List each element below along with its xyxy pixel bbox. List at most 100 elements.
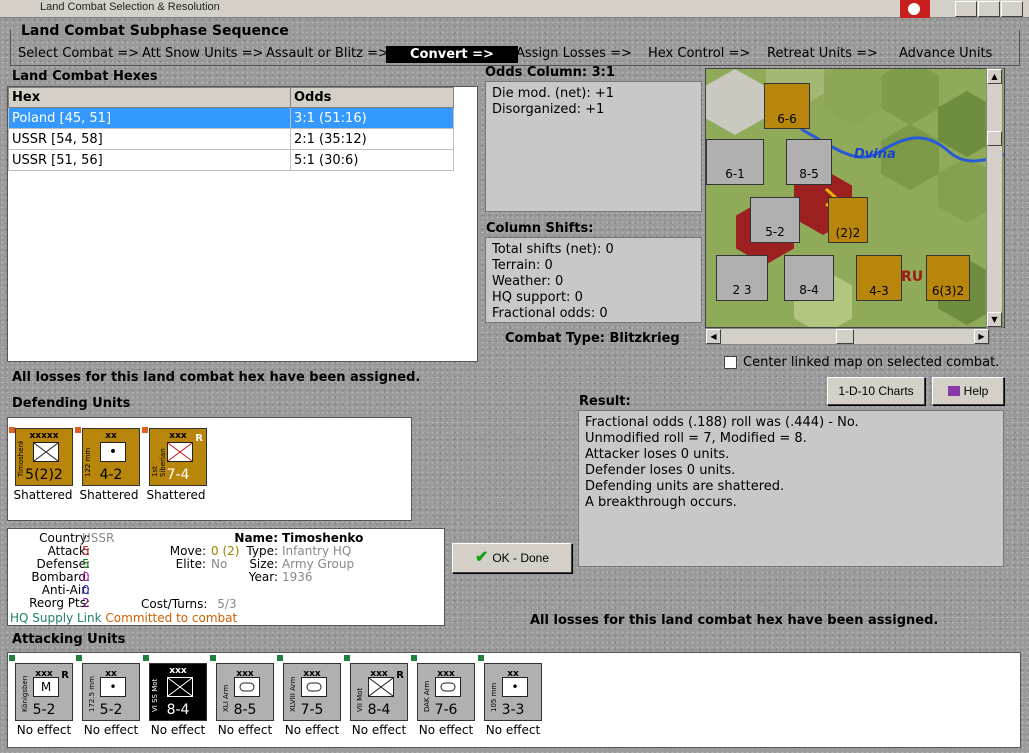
defending-unit[interactable]: xxx R 1st Siberian 7-4 xyxy=(149,428,207,486)
maximize-button[interactable] xyxy=(978,1,1000,17)
info-label: Elite: xyxy=(175,557,206,571)
cell-hex: USSR [54, 58] xyxy=(8,128,291,150)
unit-strength: 5(2)2 xyxy=(25,467,63,483)
result-label: Result: xyxy=(579,394,631,409)
infantry-symbol-icon xyxy=(167,442,193,462)
unit-symbol-icon xyxy=(368,677,394,697)
attacking-unit[interactable]: xxx R VII Mot 8-4 xyxy=(350,663,408,721)
unit-marker xyxy=(411,655,417,661)
map-counter[interactable]: 6-6 xyxy=(764,83,810,129)
unit-reserve-flag: R xyxy=(61,670,69,681)
attacking-unit[interactable]: xxx XLI Arm 8-5 xyxy=(216,663,274,721)
scroll-thumb[interactable] xyxy=(836,329,854,344)
odds-label: Odds Column: 3:1 xyxy=(485,65,615,80)
title-bar: Land Combat Selection & Resolution xyxy=(0,0,1029,18)
scroll-thumb[interactable] xyxy=(987,131,1002,146)
attacking-unit[interactable]: xxx DAK Arm 7-6 xyxy=(417,663,475,721)
scroll-right-icon[interactable]: ▶ xyxy=(974,329,989,344)
step-att-snow: Att Snow Units => xyxy=(142,46,264,61)
table-row[interactable]: USSR [51, 56] 5:1 (30:6) xyxy=(8,149,454,171)
hexes-list[interactable]: Hex Odds Poland [45, 51] 3:1 (51:16) USS… xyxy=(7,86,478,362)
table-row[interactable]: Poland [45, 51] 3:1 (51:16) xyxy=(8,107,454,129)
unit-marker xyxy=(478,655,484,661)
ok-done-button[interactable]: ✔ OK - Done xyxy=(452,543,572,573)
unit-strength: 7-5 xyxy=(300,702,324,718)
unit-info-values-right: Timoshenko Infantry HQ Army Group 1936 xyxy=(282,532,363,584)
attacking-units-panel: xxx R Königsberg M 5-2 No effect xx 172.5 mm • 5-… xyxy=(7,652,1021,748)
scroll-down-icon[interactable]: ▼ xyxy=(987,312,1002,327)
info-label: Reorg Pts: xyxy=(29,596,90,610)
unit-symbol-icon xyxy=(435,677,461,697)
info-label: Cost/Turns: xyxy=(141,597,208,611)
unit-status: No effect xyxy=(217,723,273,737)
unit-symbol-icon xyxy=(167,677,193,697)
info-label: Year: xyxy=(248,570,278,584)
cell-hex: Poland [45, 51] xyxy=(8,107,291,129)
map-counter[interactable]: (2)2 xyxy=(828,197,868,243)
unit-marker xyxy=(143,655,149,661)
col-hex[interactable]: Hex xyxy=(8,87,291,108)
attacking-unit[interactable]: xxx VI SS Mot 8-4 xyxy=(149,663,207,721)
unit-info-labels-right: Name: Type: Size: Year: xyxy=(233,532,278,584)
result-line: Defender loses 0 units. xyxy=(585,463,736,478)
map-counter[interactable]: 2 3 xyxy=(716,255,768,301)
mini-map[interactable]: Dvina RU 6-6 6-1 8-5 5-2 (2)2 2 3 8-4 4-… xyxy=(705,68,1005,328)
map-counter[interactable]: 8-4 xyxy=(784,255,834,301)
step-convert: Convert => xyxy=(386,46,518,63)
center-map-checkbox[interactable] xyxy=(724,356,737,369)
sequence-label: Land Combat Subphase Sequence xyxy=(18,23,292,39)
step-select-combat: Select Combat => xyxy=(18,46,140,61)
unit-marker xyxy=(9,655,15,661)
map-counter[interactable]: 6-1 xyxy=(706,139,764,185)
charts-button[interactable]: 1-D-10 Charts xyxy=(827,377,925,405)
close-button[interactable] xyxy=(1001,1,1023,17)
scroll-up-icon[interactable]: ▲ xyxy=(987,69,1002,84)
unit-status: No effect xyxy=(83,723,139,737)
shifts-panel: Total shifts (net): 0 Terrain: 0 Weather… xyxy=(485,237,702,323)
odds-panel: Die mod. (net): +1 Disorganized: +1 xyxy=(485,81,702,212)
attacking-unit[interactable]: xxx R Königsberg M 5-2 xyxy=(15,663,73,721)
unit-status: No effect xyxy=(351,723,407,737)
info-year: 1936 xyxy=(282,570,313,584)
unit-symbol-icon: M xyxy=(33,677,59,697)
scroll-left-icon[interactable]: ◀ xyxy=(706,329,721,344)
window-title: Land Combat Selection & Resolution xyxy=(40,1,220,13)
unit-strength: 3-3 xyxy=(501,702,525,718)
attacking-unit[interactable]: xx 105 mm • 3-3 xyxy=(484,663,542,721)
attacking-unit[interactable]: xx 172.5 mm • 5-2 xyxy=(82,663,140,721)
help-button-label: Help xyxy=(963,384,989,398)
step-hex-control: Hex Control => xyxy=(648,46,751,61)
hexes-label: Land Combat Hexes xyxy=(12,69,158,84)
result-line: Attacker loses 0 units. xyxy=(585,447,730,462)
result-line: Fractional odds (.188) roll was (.444) -… xyxy=(585,415,859,430)
info-supply: HQ Supply Link xyxy=(10,611,102,625)
minimize-button[interactable] xyxy=(955,1,977,17)
step-advance-units: Advance Units xyxy=(899,46,993,61)
result-panel: Fractional odds (.188) roll was (.444) -… xyxy=(578,410,1004,567)
map-vscroll[interactable]: ▲ ▼ xyxy=(986,68,1003,328)
map-counter[interactable]: 6(3)2 xyxy=(926,255,970,301)
help-button[interactable]: Help xyxy=(932,377,1004,405)
map-counter[interactable]: 8-5 xyxy=(786,139,832,185)
attacking-unit[interactable]: xxx XLVIII Arm 7-5 xyxy=(283,663,341,721)
map-counter[interactable]: 5-2 xyxy=(750,197,800,243)
unit-status: Shattered xyxy=(13,488,73,502)
unit-reserve-flag: R xyxy=(195,433,203,444)
map-counter[interactable]: 4-3 xyxy=(856,255,902,301)
result-line: A breakthrough occurs. xyxy=(585,495,737,510)
col-odds[interactable]: Odds xyxy=(290,87,454,108)
unit-status: No effect xyxy=(150,723,206,737)
table-row[interactable]: USSR [54, 58] 2:1 (35:12) xyxy=(8,128,454,150)
info-cost-row: Cost/Turns: 5/3 xyxy=(141,597,237,611)
combat-type: Combat Type: Blitzkrieg xyxy=(505,331,680,346)
step-assault-blitz: Assault or Blitz => xyxy=(266,46,389,61)
unit-strength: 7-6 xyxy=(434,702,458,718)
unit-strength: 5-2 xyxy=(99,702,123,718)
defending-unit[interactable]: xxxxx Timoshenko 5(2)2 xyxy=(15,428,73,486)
unit-strength: 4-2 xyxy=(99,467,123,483)
map-hscroll[interactable]: ◀ ▶ xyxy=(705,328,990,345)
defending-unit[interactable]: xx 122 mm • 4-2 xyxy=(82,428,140,486)
status-top: All losses for this land combat hex have… xyxy=(12,370,421,385)
info-supply-row: HQ Supply Link Committed to combat xyxy=(10,611,237,625)
unit-marker xyxy=(344,655,350,661)
